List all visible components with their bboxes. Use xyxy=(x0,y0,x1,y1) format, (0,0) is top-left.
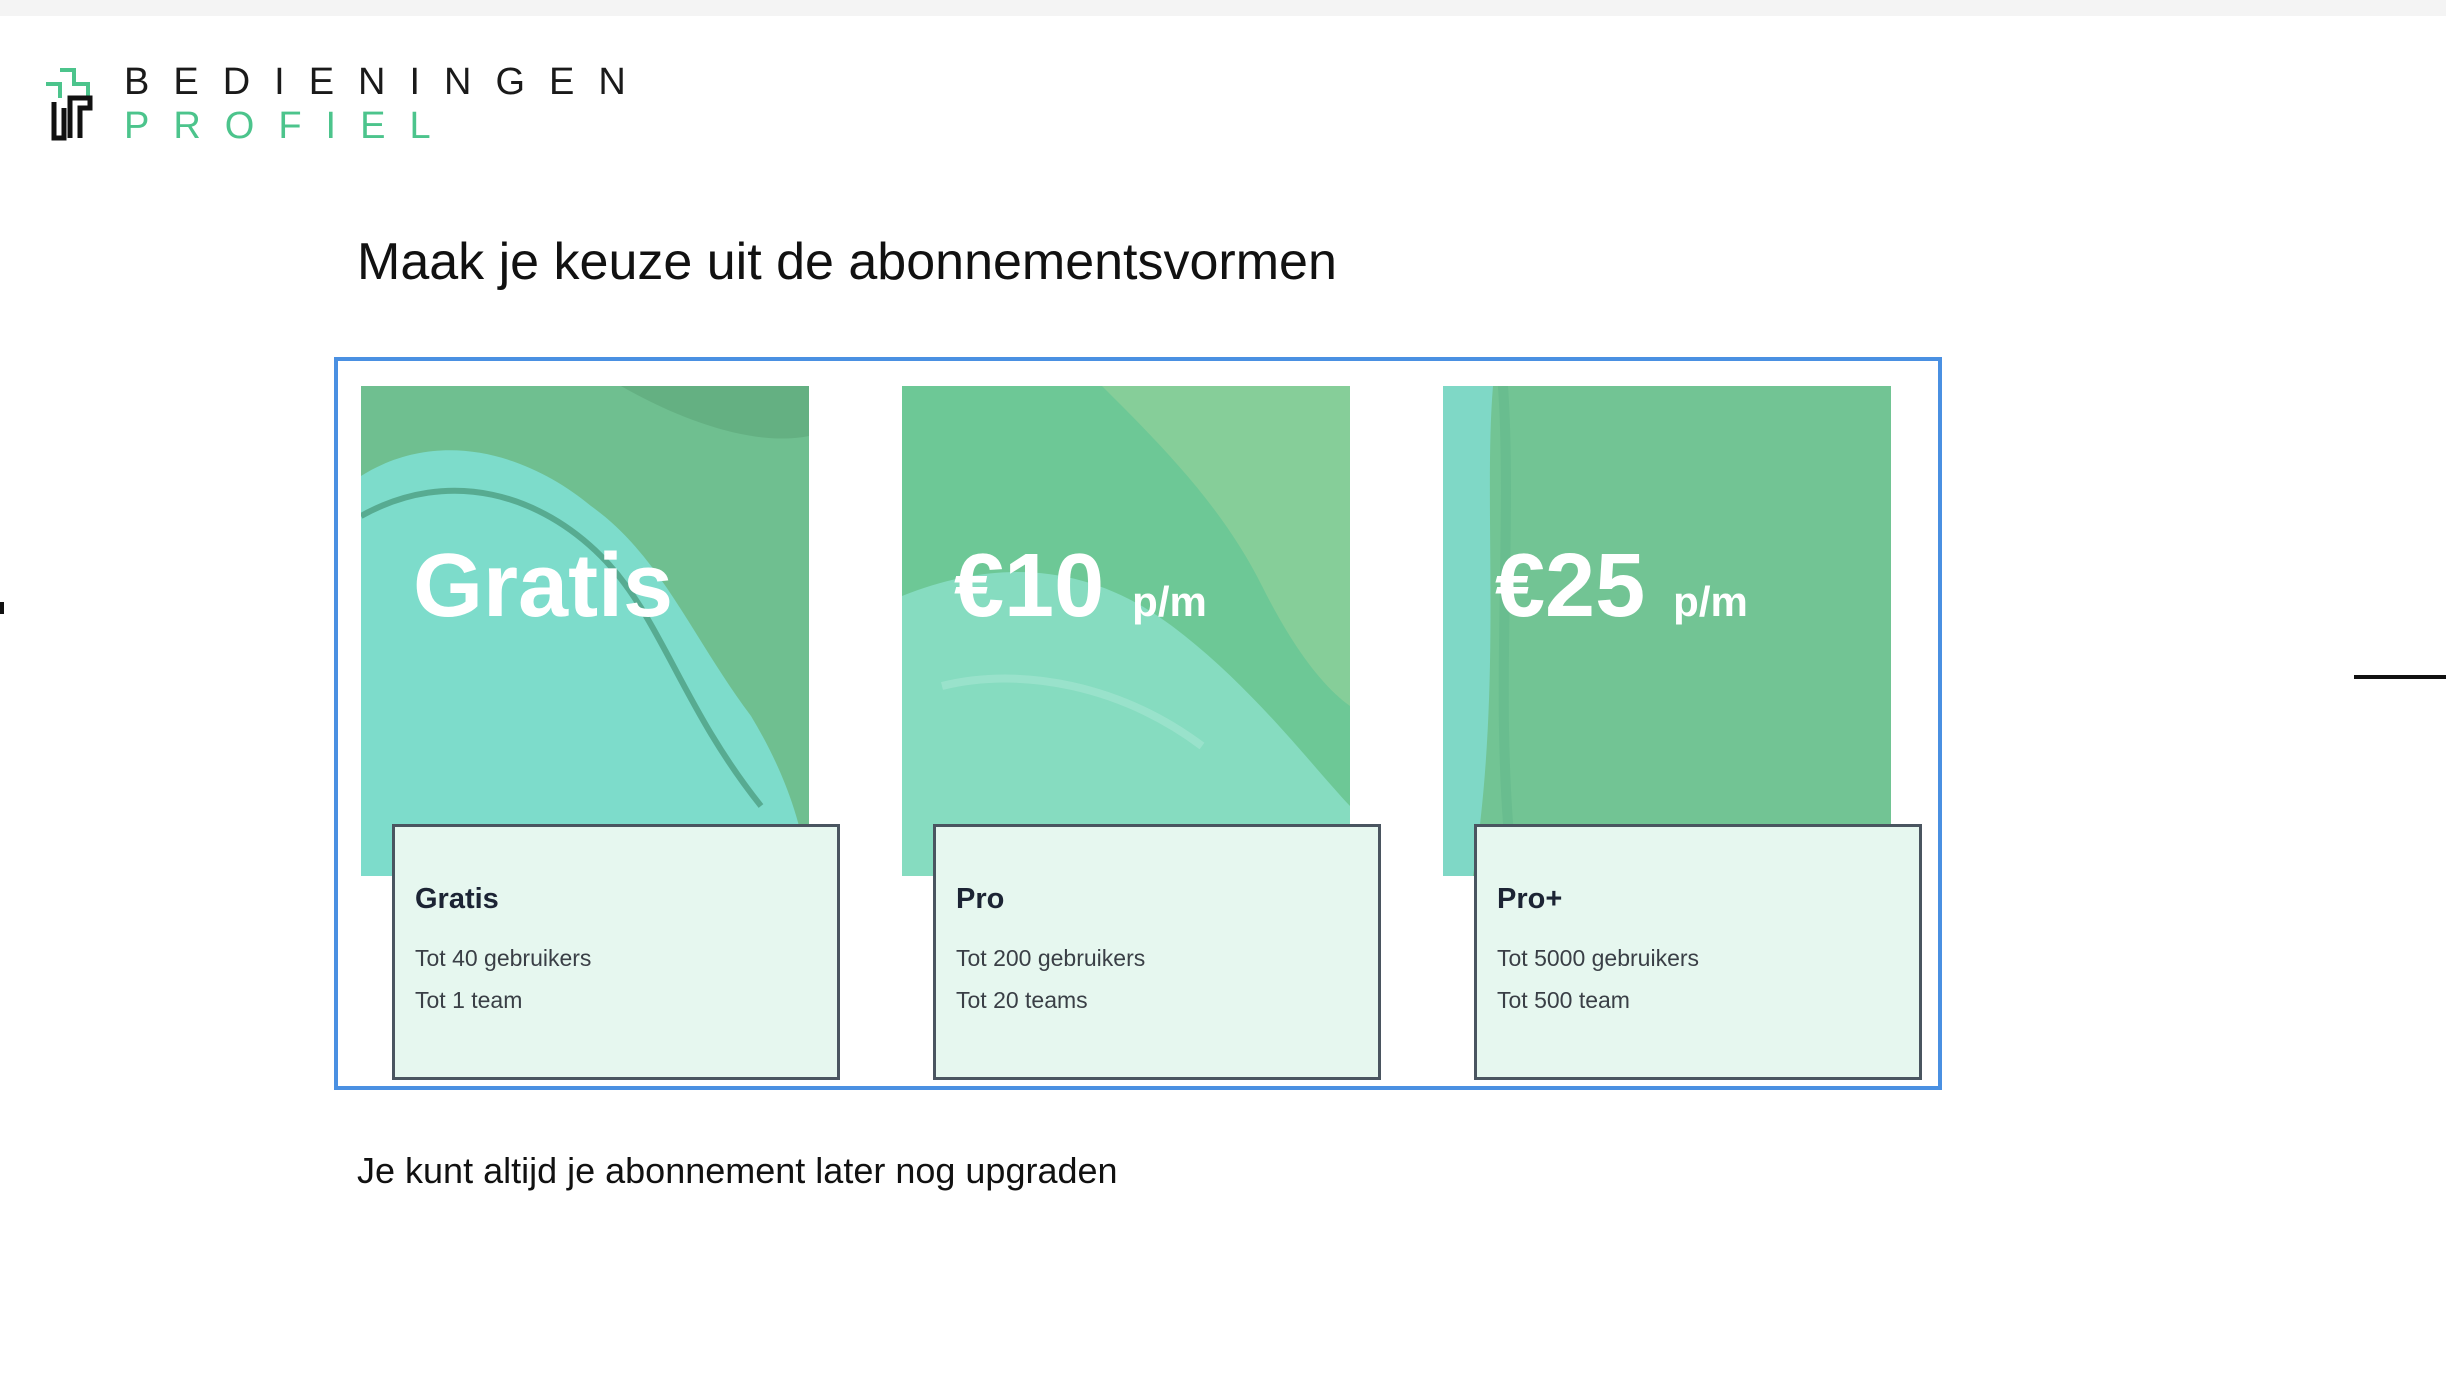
top-bar xyxy=(0,0,2446,16)
plan-image: Gratis xyxy=(361,386,809,876)
plan-image: €25 p/m xyxy=(1443,386,1891,876)
plan-users: Tot 40 gebruikers xyxy=(415,945,592,971)
plan-card-pro[interactable]: €10 p/m Pro Tot 200 gebruikers Tot 20 tea… xyxy=(879,361,1381,1094)
plan-info: Pro Tot 200 gebruikers Tot 20 teams xyxy=(933,824,1381,1080)
logo-text-line2: PROFIEL xyxy=(124,105,455,147)
plan-image: €10 p/m xyxy=(902,386,1350,876)
plan-name: Pro+ xyxy=(1497,883,1563,915)
plan-card-gratis[interactable]: Gratis Gratis Tot 40 gebruikers Tot 1 te… xyxy=(338,361,840,1094)
edge-marker xyxy=(0,602,4,614)
page-title: Maak je keuze uit de abonnementsvormen xyxy=(357,233,1337,291)
plan-price-unit: p/m xyxy=(1132,578,1207,625)
plan-price: €25 p/m xyxy=(1495,536,1748,636)
plan-price-amount: €25 xyxy=(1495,536,1646,636)
plan-card-pro-plus[interactable]: €25 p/m Pro+ Tot 5000 gebruikers Tot 500 … xyxy=(1420,361,1922,1094)
plan-teams: Tot 20 teams xyxy=(956,987,1088,1013)
logo-icon xyxy=(46,68,93,141)
plan-price-amount: Gratis xyxy=(413,536,674,636)
plan-info: Pro+ Tot 5000 gebruikers Tot 500 team xyxy=(1474,824,1922,1080)
logo-text-line1: BEDIENINGEN xyxy=(124,61,650,103)
logo: BEDIENINGEN PROFIEL xyxy=(42,61,626,147)
plan-users: Tot 5000 gebruikers xyxy=(1497,945,1700,971)
plan-info: Gratis Tot 40 gebruikers Tot 1 team xyxy=(392,824,840,1080)
divider xyxy=(2354,675,2446,679)
plan-teams: Tot 500 team xyxy=(1497,987,1630,1013)
upgrade-note: Je kunt altijd je abonnement later nog u… xyxy=(357,1150,1118,1191)
plan-users: Tot 200 gebruikers xyxy=(956,945,1146,971)
plan-teams: Tot 1 team xyxy=(415,987,523,1013)
plan-price: Gratis xyxy=(413,536,701,636)
plan-price-amount: €10 xyxy=(954,536,1105,636)
plan-price: €10 p/m xyxy=(954,536,1207,636)
plan-price-unit: p/m xyxy=(1673,578,1748,625)
plan-name: Gratis xyxy=(415,883,499,915)
plan-name: Pro xyxy=(956,883,1005,915)
plan-selector: Gratis Gratis Tot 40 gebruikers Tot 1 te… xyxy=(334,357,1942,1090)
